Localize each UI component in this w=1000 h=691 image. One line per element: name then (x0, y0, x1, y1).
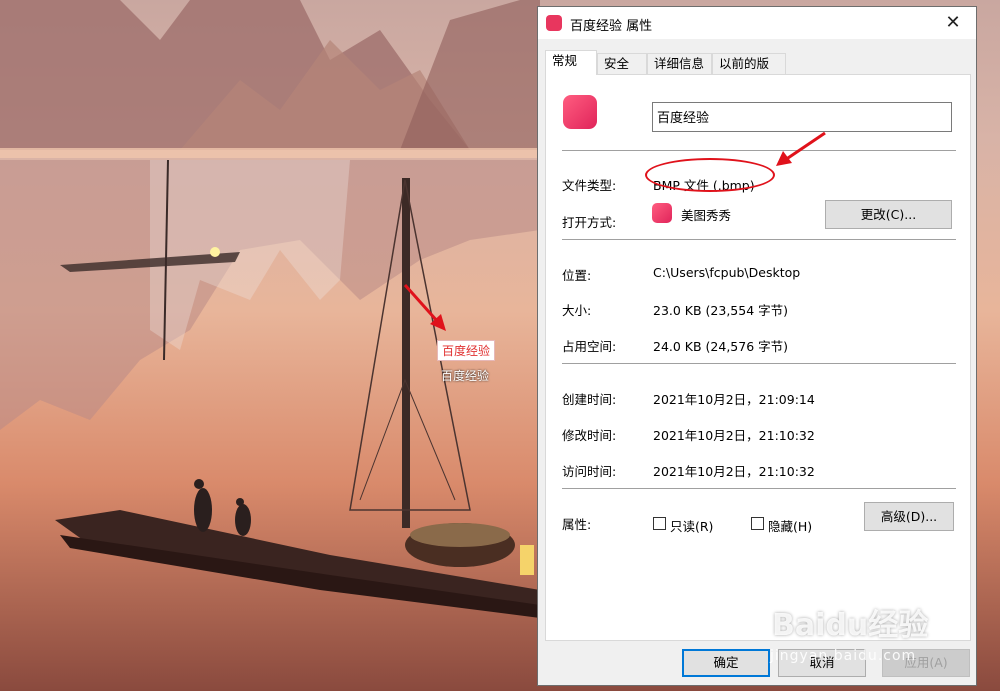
modified-label: 修改时间: (562, 428, 617, 443)
divider (562, 363, 956, 364)
size-value: 23.0 KB (23,554 字节) (653, 303, 789, 318)
tab-details[interactable]: 详细信息 (647, 53, 712, 74)
file-type-label: 文件类型: (562, 178, 617, 193)
file-name-field[interactable]: 百度经验 (652, 102, 952, 132)
readonly-label[interactable]: 只读(R) (670, 516, 713, 535)
ok-button[interactable]: 确定 (682, 649, 770, 677)
hidden-label[interactable]: 隐藏(H) (768, 516, 812, 535)
properties-dialog: 百度经验 属性 ✕ 常规 安全 详细信息 以前的版本 百度经验 文件类型: BM… (537, 6, 977, 686)
title-bar[interactable]: 百度经验 属性 ✕ (538, 7, 976, 39)
location-value: C:\Users\fcpub\Desktop (653, 265, 801, 280)
desktop-icon-label[interactable]: 百度经验 (441, 367, 489, 384)
accessed-label: 访问时间: (562, 464, 617, 479)
readonly-checkbox[interactable] (653, 517, 666, 530)
created-value: 2021年10月2日，21:09:14 (653, 392, 815, 407)
accessed-value: 2021年10月2日，21:10:32 (653, 464, 815, 479)
hidden-checkbox[interactable] (751, 517, 764, 530)
close-icon: ✕ (945, 12, 961, 33)
baidu-watermark: Baidu经验 (772, 608, 929, 643)
change-button[interactable]: 更改(C)... (825, 200, 952, 229)
created-label: 创建时间: (562, 392, 617, 407)
file-type-icon (563, 95, 597, 129)
close-button[interactable]: ✕ (930, 7, 976, 39)
general-panel: 百度经验 文件类型: BMP 文件 (.bmp) 打开方式: 美图秀秀 更改(C… (545, 74, 971, 641)
annotation-ellipse (645, 158, 775, 192)
size-label: 大小: (562, 303, 592, 318)
divider (562, 150, 956, 151)
opens-with-value: 美图秀秀 (681, 208, 732, 223)
watermark-url: jingyan.baidu.com (770, 648, 917, 664)
app-icon (546, 15, 562, 31)
size-on-disk-label: 占用空间: (562, 339, 617, 354)
advanced-button[interactable]: 高级(D)... (864, 502, 954, 531)
divider (562, 239, 956, 240)
location-label: 位置: (562, 268, 592, 283)
meitu-icon (652, 203, 672, 223)
tab-general[interactable]: 常规 (545, 50, 597, 75)
attributes-label: 属性: (562, 517, 592, 532)
desktop-icon-label-selected[interactable]: 百度经验 (437, 340, 496, 361)
tab-security[interactable]: 安全 (597, 53, 647, 74)
divider (562, 488, 956, 489)
tab-previous-versions[interactable]: 以前的版本 (712, 53, 786, 91)
dialog-title: 百度经验 属性 (570, 19, 653, 34)
opens-with-label: 打开方式: (562, 215, 617, 230)
size-on-disk-value: 24.0 KB (24,576 字节) (653, 339, 789, 354)
modified-value: 2021年10月2日，21:10:32 (653, 428, 815, 443)
